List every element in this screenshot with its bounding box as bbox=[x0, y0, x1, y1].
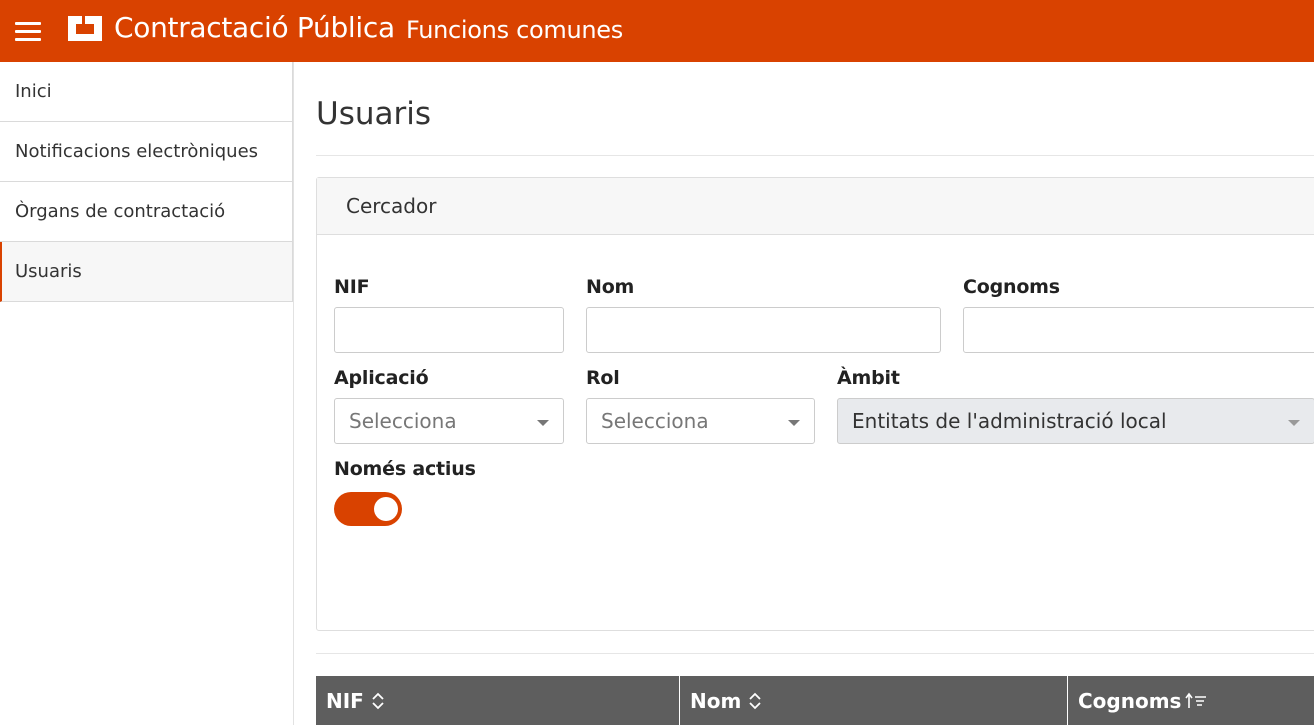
sort-both-icon bbox=[372, 692, 384, 709]
nif-input[interactable] bbox=[334, 307, 564, 353]
sidebar-item-label: Notificacions electròniques bbox=[15, 141, 259, 162]
nom-label: Nom bbox=[586, 276, 635, 298]
aplicacio-label: Aplicació bbox=[334, 367, 429, 389]
rol-select-value: Selecciona bbox=[601, 409, 709, 433]
sidebar-item-inici[interactable]: Inici bbox=[0, 62, 293, 122]
column-header-label: Nom bbox=[690, 688, 742, 713]
toggle-knob bbox=[374, 497, 398, 521]
cognoms-label: Cognoms bbox=[963, 276, 1060, 298]
sidebar-item-usuaris[interactable]: Usuaris bbox=[0, 242, 293, 302]
search-card: Cercador NIF Nom Cognoms Aplicació Selec… bbox=[316, 177, 1314, 631]
sort-ascending-icon bbox=[1185, 692, 1207, 708]
rol-label: Rol bbox=[586, 367, 620, 389]
search-card-title: Cercador bbox=[346, 194, 437, 218]
ambit-select-value: Entitats de l'administració local bbox=[852, 409, 1167, 433]
chevron-down-icon bbox=[788, 420, 800, 426]
divider bbox=[316, 653, 1314, 654]
aplicacio-select[interactable]: Selecciona bbox=[334, 398, 564, 444]
main-content: Usuaris Cercador NIF Nom Cognoms Aplicac… bbox=[316, 62, 1314, 725]
nomes-actius-label: Només actius bbox=[334, 458, 476, 480]
sidebar: Inici Notificacions electròniques Òrgans… bbox=[0, 62, 294, 725]
top-bar: Contractació Pública Funcions comunes bbox=[0, 0, 1314, 62]
ambit-label: Àmbit bbox=[837, 367, 900, 389]
contractacio-logo-icon bbox=[68, 16, 102, 41]
sidebar-item-notificacions[interactable]: Notificacions electròniques bbox=[0, 122, 293, 182]
search-card-header[interactable]: Cercador bbox=[317, 178, 1314, 235]
sidebar-item-label: Usuaris bbox=[15, 261, 82, 282]
users-table-header: NIF Nom Cognoms bbox=[316, 676, 1314, 725]
column-header-label: NIF bbox=[326, 688, 364, 713]
nomes-actius-toggle[interactable] bbox=[334, 492, 402, 526]
menu-icon[interactable] bbox=[15, 20, 43, 42]
app-title: Contractació Pública bbox=[114, 11, 395, 44]
sort-both-icon bbox=[749, 692, 761, 709]
nom-input[interactable] bbox=[586, 307, 941, 353]
nif-label: NIF bbox=[334, 276, 370, 298]
rol-select[interactable]: Selecciona bbox=[586, 398, 815, 444]
column-header-cognoms[interactable]: Cognoms bbox=[1068, 676, 1314, 725]
cognoms-input[interactable] bbox=[963, 307, 1314, 353]
sidebar-item-organs[interactable]: Òrgans de contractació bbox=[0, 182, 293, 242]
aplicacio-select-value: Selecciona bbox=[349, 409, 457, 433]
column-header-label: Cognoms bbox=[1078, 688, 1182, 713]
app-subtitle: Funcions comunes bbox=[406, 16, 623, 44]
chevron-down-icon bbox=[537, 420, 549, 426]
chevron-down-icon bbox=[1288, 420, 1300, 426]
page-title: Usuaris bbox=[316, 96, 431, 132]
column-header-nom[interactable]: Nom bbox=[680, 676, 1068, 725]
sidebar-item-label: Inici bbox=[15, 81, 52, 102]
divider bbox=[316, 155, 1314, 156]
column-header-nif[interactable]: NIF bbox=[316, 676, 680, 725]
sidebar-item-label: Òrgans de contractació bbox=[15, 201, 226, 222]
ambit-select[interactable]: Entitats de l'administració local bbox=[837, 398, 1314, 444]
